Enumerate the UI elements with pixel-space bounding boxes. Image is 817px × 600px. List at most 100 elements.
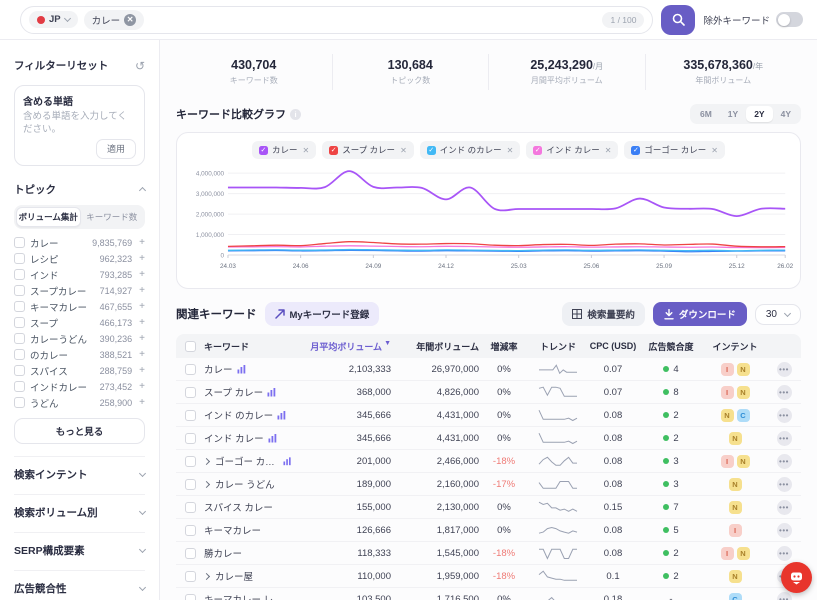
- info-icon[interactable]: i: [290, 109, 301, 120]
- country-selector[interactable]: JP: [29, 11, 78, 28]
- include-words-input[interactable]: 含める単語を入力してください。: [23, 111, 136, 137]
- row-menu-button[interactable]: •••: [777, 408, 792, 423]
- show-more-button[interactable]: もっと見る: [14, 418, 145, 444]
- keyword-cell[interactable]: キーマカレー レシピ: [204, 592, 291, 600]
- sidebar-section-広告競合性[interactable]: 広告競合性: [14, 570, 145, 596]
- range-button-1Y[interactable]: 1Y: [720, 106, 746, 122]
- topic-checkbox[interactable]: [14, 285, 25, 296]
- search-button[interactable]: [661, 5, 695, 35]
- row-checkbox[interactable]: [185, 502, 196, 513]
- topic-checkbox[interactable]: [14, 301, 25, 312]
- sidebar-section-検索インテント[interactable]: 検索インテント: [14, 456, 145, 482]
- apply-button[interactable]: 適用: [96, 139, 136, 159]
- keyword-tag[interactable]: カレー ✕: [84, 10, 145, 30]
- row-checkbox[interactable]: [185, 525, 196, 536]
- row-menu-button[interactable]: •••: [777, 500, 792, 515]
- expand-icon[interactable]: [203, 457, 210, 464]
- col-yearly-volume[interactable]: 年間ボリューム: [391, 340, 479, 353]
- legend-item[interactable]: ✓スープ カレー✕: [322, 141, 414, 159]
- range-button-6M[interactable]: 6M: [692, 106, 720, 122]
- add-topic-button[interactable]: +: [137, 269, 145, 280]
- row-menu-button[interactable]: •••: [777, 454, 792, 469]
- keyword-cell[interactable]: インド カレー: [204, 431, 291, 445]
- add-topic-button[interactable]: +: [137, 301, 145, 312]
- my-keyword-register-button[interactable]: Myキーワード登録: [265, 302, 380, 326]
- keyword-cell[interactable]: キーマカレー: [204, 523, 291, 537]
- topic-checkbox[interactable]: [14, 397, 25, 408]
- add-topic-button[interactable]: +: [137, 253, 145, 264]
- topic-tab[interactable]: ボリューム集計: [16, 207, 81, 227]
- row-checkbox[interactable]: [185, 548, 196, 559]
- legend-item[interactable]: ✓インド のカレー✕: [420, 141, 521, 159]
- keyword-chart-icon[interactable]: [277, 411, 286, 420]
- keyword-cell[interactable]: カレー うどん: [204, 477, 291, 491]
- col-monthly-volume[interactable]: 月平均ボリューム▼: [291, 340, 391, 353]
- legend-item[interactable]: ✓ゴーゴー カレー✕: [624, 141, 725, 159]
- row-menu-button[interactable]: •••: [777, 523, 792, 538]
- legend-remove-icon[interactable]: ✕: [303, 146, 310, 155]
- keyword-chart-icon[interactable]: [283, 457, 291, 466]
- topic-checkbox[interactable]: [14, 381, 25, 392]
- keyword-cell[interactable]: 勝カレー: [204, 546, 291, 560]
- legend-remove-icon[interactable]: ✕: [400, 146, 407, 155]
- row-menu-button[interactable]: •••: [777, 477, 792, 492]
- topic-checkbox[interactable]: [14, 333, 25, 344]
- page-size-select[interactable]: 30: [755, 304, 801, 325]
- sidebar-section-SERP構成要素[interactable]: SERP構成要素: [14, 532, 145, 558]
- row-checkbox[interactable]: [185, 410, 196, 421]
- keyword-cell[interactable]: スパイス カレー: [204, 500, 291, 514]
- row-checkbox[interactable]: [185, 433, 196, 444]
- row-checkbox[interactable]: [185, 594, 196, 600]
- col-keyword[interactable]: キーワード: [204, 340, 291, 353]
- reset-icon[interactable]: ↺: [135, 59, 145, 73]
- row-checkbox[interactable]: [185, 479, 196, 490]
- topic-checkbox[interactable]: [14, 365, 25, 376]
- row-menu-button[interactable]: •••: [777, 362, 792, 377]
- topic-checkbox[interactable]: [14, 317, 25, 328]
- add-topic-button[interactable]: +: [137, 333, 145, 344]
- row-menu-button[interactable]: •••: [777, 592, 792, 600]
- chat-widget[interactable]: [781, 562, 812, 593]
- col-cpc[interactable]: CPC (USD): [587, 341, 639, 351]
- expand-icon[interactable]: [203, 480, 210, 487]
- exclude-keyword-toggle[interactable]: [776, 12, 803, 27]
- select-all-checkbox[interactable]: [185, 341, 196, 352]
- keyword-cell[interactable]: ゴーゴー カレー: [204, 454, 291, 468]
- sidebar-section-検索ボリューム別[interactable]: 検索ボリューム別: [14, 494, 145, 520]
- row-checkbox[interactable]: [185, 571, 196, 582]
- range-button-4Y[interactable]: 4Y: [773, 106, 799, 122]
- keyword-cell[interactable]: スープ カレー: [204, 385, 291, 399]
- legend-remove-icon[interactable]: ✕: [605, 146, 612, 155]
- keyword-cell[interactable]: カレー: [204, 362, 291, 376]
- add-topic-button[interactable]: +: [137, 317, 145, 328]
- keyword-cell[interactable]: カレー屋: [204, 569, 291, 583]
- search-bar[interactable]: JP カレー ✕ 1 / 100: [20, 6, 653, 34]
- topic-checkbox[interactable]: [14, 349, 25, 360]
- legend-remove-icon[interactable]: ✕: [507, 146, 514, 155]
- row-menu-button[interactable]: •••: [777, 431, 792, 446]
- topic-tab[interactable]: キーワード数: [81, 207, 144, 227]
- chevron-up-icon[interactable]: [139, 187, 146, 194]
- add-topic-button[interactable]: +: [137, 365, 145, 376]
- add-topic-button[interactable]: +: [137, 237, 145, 248]
- add-topic-button[interactable]: +: [137, 397, 145, 408]
- add-topic-button[interactable]: +: [137, 381, 145, 392]
- keyword-chart-icon[interactable]: [267, 388, 276, 397]
- add-topic-button[interactable]: +: [137, 285, 145, 296]
- topic-checkbox[interactable]: [14, 237, 25, 248]
- legend-item[interactable]: ✓カレー✕: [252, 141, 316, 159]
- remove-tag-icon[interactable]: ✕: [124, 14, 136, 26]
- legend-item[interactable]: ✓インド カレー✕: [526, 141, 618, 159]
- expand-icon[interactable]: [203, 572, 210, 579]
- col-change-rate[interactable]: 増減率: [479, 340, 529, 353]
- row-checkbox[interactable]: [185, 364, 196, 375]
- col-ad-competition[interactable]: 広告競合度: [639, 340, 703, 353]
- row-menu-button[interactable]: •••: [777, 385, 792, 400]
- row-checkbox[interactable]: [185, 387, 196, 398]
- row-checkbox[interactable]: [185, 456, 196, 467]
- range-button-2Y[interactable]: 2Y: [746, 106, 772, 122]
- keyword-chart-icon[interactable]: [237, 365, 246, 374]
- download-button[interactable]: ダウンロード: [653, 302, 747, 326]
- row-menu-button[interactable]: •••: [777, 546, 792, 561]
- topic-checkbox[interactable]: [14, 253, 25, 264]
